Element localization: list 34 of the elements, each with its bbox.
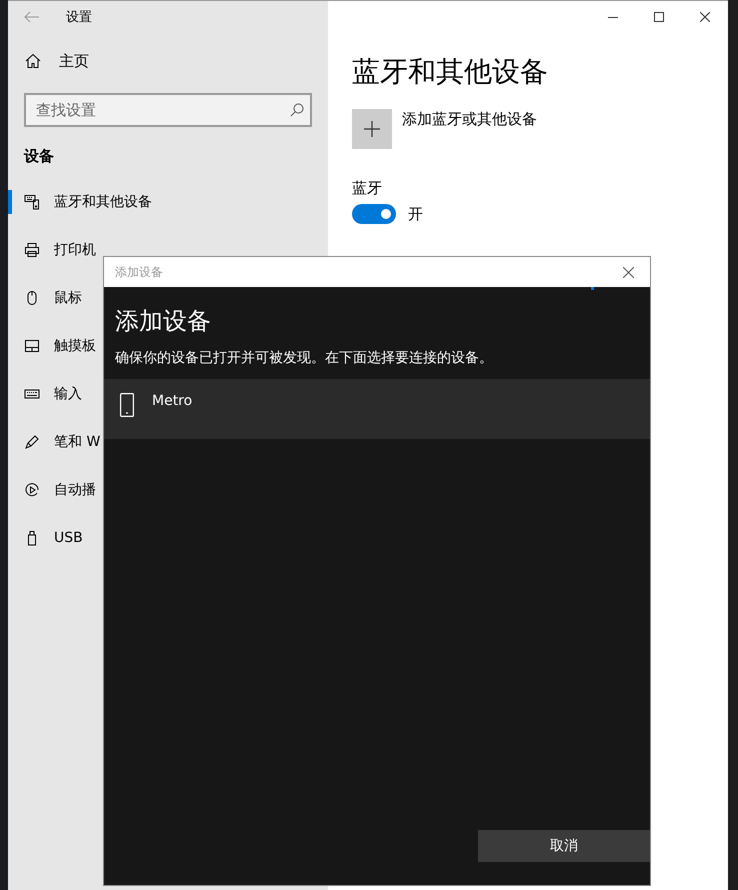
- search-field[interactable]: 查找设置: [24, 93, 312, 127]
- home-nav-item[interactable]: 主页: [8, 41, 89, 81]
- plus-icon: [364, 121, 380, 137]
- dialog-description: 确保你的设备已打开并可被发现。在下面选择要连接的设备。: [115, 349, 493, 367]
- nav-item[interactable]: USB: [22, 518, 83, 558]
- nav-item[interactable]: 鼠标: [22, 278, 82, 318]
- pen-icon: [24, 434, 40, 450]
- play-circle-icon: [24, 482, 40, 498]
- bluetooth-label: 蓝牙: [352, 179, 382, 198]
- nav-item[interactable]: 笔和 W: [22, 422, 100, 462]
- phone-icon: [120, 393, 134, 417]
- section-heading: 设备: [24, 147, 54, 166]
- toggle-switch[interactable]: [352, 204, 396, 224]
- nav-item[interactable]: 输入: [22, 374, 82, 414]
- cancel-button[interactable]: 取消: [478, 830, 650, 862]
- nav-item[interactable]: 蓝牙和其他设备: [22, 182, 152, 222]
- nav-item[interactable]: 打印机: [22, 230, 96, 270]
- nav-item[interactable]: 自动播: [22, 470, 96, 510]
- search-icon: [290, 103, 304, 117]
- nav-item[interactable]: 触摸板: [22, 326, 96, 366]
- home-icon: [25, 53, 41, 69]
- window-title: 设置: [66, 9, 92, 26]
- dialog-title: 添加设备: [115, 264, 163, 280]
- maximize-icon[interactable]: [654, 12, 664, 22]
- keyboard-phone-icon: [24, 194, 40, 210]
- close-icon[interactable]: [700, 12, 710, 22]
- touchpad-icon: [24, 338, 40, 354]
- close-icon[interactable]: [623, 266, 634, 278]
- page-heading: 蓝牙和其他设备: [352, 54, 548, 90]
- toggle-state-text: 开: [408, 204, 423, 224]
- dialog-heading: 添加设备: [115, 306, 211, 337]
- add-device-label[interactable]: 添加蓝牙或其他设备: [402, 109, 537, 129]
- printer-icon: [24, 242, 40, 258]
- device-list-item[interactable]: Metro: [104, 379, 650, 439]
